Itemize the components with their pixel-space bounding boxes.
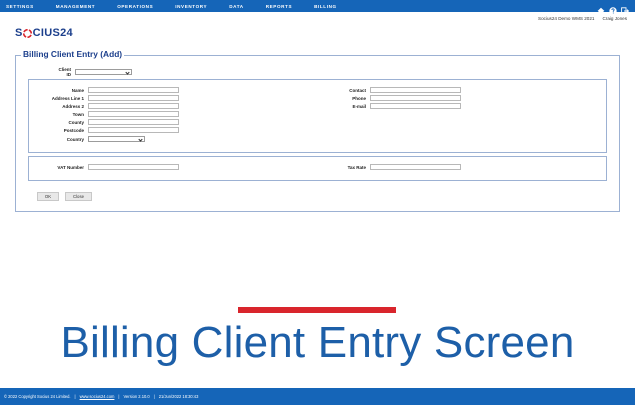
form-title: Billing Client Entry (Add) — [21, 49, 125, 59]
contact-label: Contact — [349, 87, 366, 93]
postcode-label: Postcode — [63, 127, 84, 133]
help-icon[interactable] — [609, 2, 617, 15]
field-row-address1: Address Line 1 — [28, 95, 179, 101]
user-bar: Socius24 Demo WMS 2021 Craig Jones — [538, 16, 627, 21]
main-menu: SETTINGS MANAGEMENT OPERATIONS INVENTORY… — [0, 0, 359, 12]
field-row-vat: VAT Number — [28, 164, 179, 170]
menu-management[interactable]: MANAGEMENT — [56, 4, 95, 9]
menu-operations[interactable]: OPERATIONS — [117, 4, 153, 9]
country-select[interactable] — [88, 136, 145, 142]
footer-separator: | — [118, 394, 120, 399]
close-button[interactable]: Close — [65, 192, 92, 201]
screen-caption: Billing Client Entry Screen — [60, 318, 575, 367]
user-name[interactable]: Craig Jones — [602, 16, 627, 21]
phone-input[interactable] — [370, 95, 461, 101]
county-input[interactable] — [88, 119, 179, 125]
footer-separator: | — [74, 394, 76, 399]
name-label: Name — [71, 87, 84, 93]
menu-reports[interactable]: REPORTS — [266, 4, 292, 9]
footer-copyright: © 2022 Copyright Socius 24 Limited. — [4, 394, 71, 399]
field-row-email: E-mail — [310, 103, 461, 109]
town-label: Town — [72, 111, 84, 117]
name-input[interactable] — [88, 87, 179, 93]
email-label: E-mail — [352, 103, 366, 109]
client-id-label: Client ID — [58, 67, 71, 77]
field-row-name: Name — [28, 87, 179, 93]
address-line1-input[interactable] — [88, 95, 179, 101]
field-row-town: Town — [28, 111, 179, 117]
field-row-phone: Phone — [310, 95, 461, 101]
logo-lifebuoy-icon — [23, 28, 33, 38]
country-label: Country — [66, 136, 84, 142]
address2-label: Address 2 — [62, 103, 84, 109]
footer-bar: © 2022 Copyright Socius 24 Limited. | ww… — [0, 388, 635, 405]
email-input[interactable] — [370, 103, 461, 109]
menu-data[interactable]: DATA — [229, 4, 243, 9]
ok-button[interactable]: OK — [37, 192, 59, 201]
field-row-contact: Contact — [310, 87, 461, 93]
footer-separator: | — [153, 394, 155, 399]
tax-rate-label: Tax Rate — [347, 164, 366, 170]
tax-rate-input[interactable] — [370, 164, 461, 170]
phone-label: Phone — [352, 95, 366, 101]
footer-date: 21/Jun/2022 18:30:43 — [158, 394, 199, 399]
client-id-select[interactable] — [75, 69, 132, 75]
accent-bar — [238, 307, 396, 313]
logo-text-start: S — [15, 27, 23, 39]
field-row-postcode: Postcode — [28, 127, 179, 133]
vat-number-input[interactable] — [88, 164, 179, 170]
environment-name: Socius24 Demo WMS 2021 — [538, 16, 595, 21]
logo-text-end: CIUS24 — [32, 27, 73, 39]
vat-number-label: VAT Number — [57, 164, 84, 170]
menu-inventory[interactable]: INVENTORY — [175, 4, 207, 9]
footer-website-link[interactable]: www.socius24.com — [80, 394, 115, 399]
top-nav-bar: SETTINGS MANAGEMENT OPERATIONS INVENTORY… — [0, 0, 635, 15]
address2-input[interactable] — [88, 103, 179, 109]
field-row-country: Country — [28, 136, 145, 142]
field-row-county: County — [28, 119, 179, 125]
logout-icon[interactable] — [621, 2, 630, 15]
town-input[interactable] — [88, 111, 179, 117]
postcode-input[interactable] — [88, 127, 179, 133]
home-icon[interactable] — [597, 2, 605, 15]
client-id-row: Client ID — [53, 67, 132, 77]
socius24-logo: S CIUS24 — [15, 27, 73, 39]
nav-icons — [597, 2, 630, 15]
address-line1-label: Address Line 1 — [51, 95, 84, 101]
menu-settings[interactable]: SETTINGS — [6, 4, 34, 9]
contact-input[interactable] — [370, 87, 461, 93]
field-row-tax: Tax Rate — [310, 164, 461, 170]
county-label: County — [68, 119, 85, 125]
field-row-address2: Address 2 — [28, 103, 179, 109]
menu-billing[interactable]: BILLING — [314, 4, 337, 9]
footer-version: Version 2.10.0 — [123, 394, 150, 399]
